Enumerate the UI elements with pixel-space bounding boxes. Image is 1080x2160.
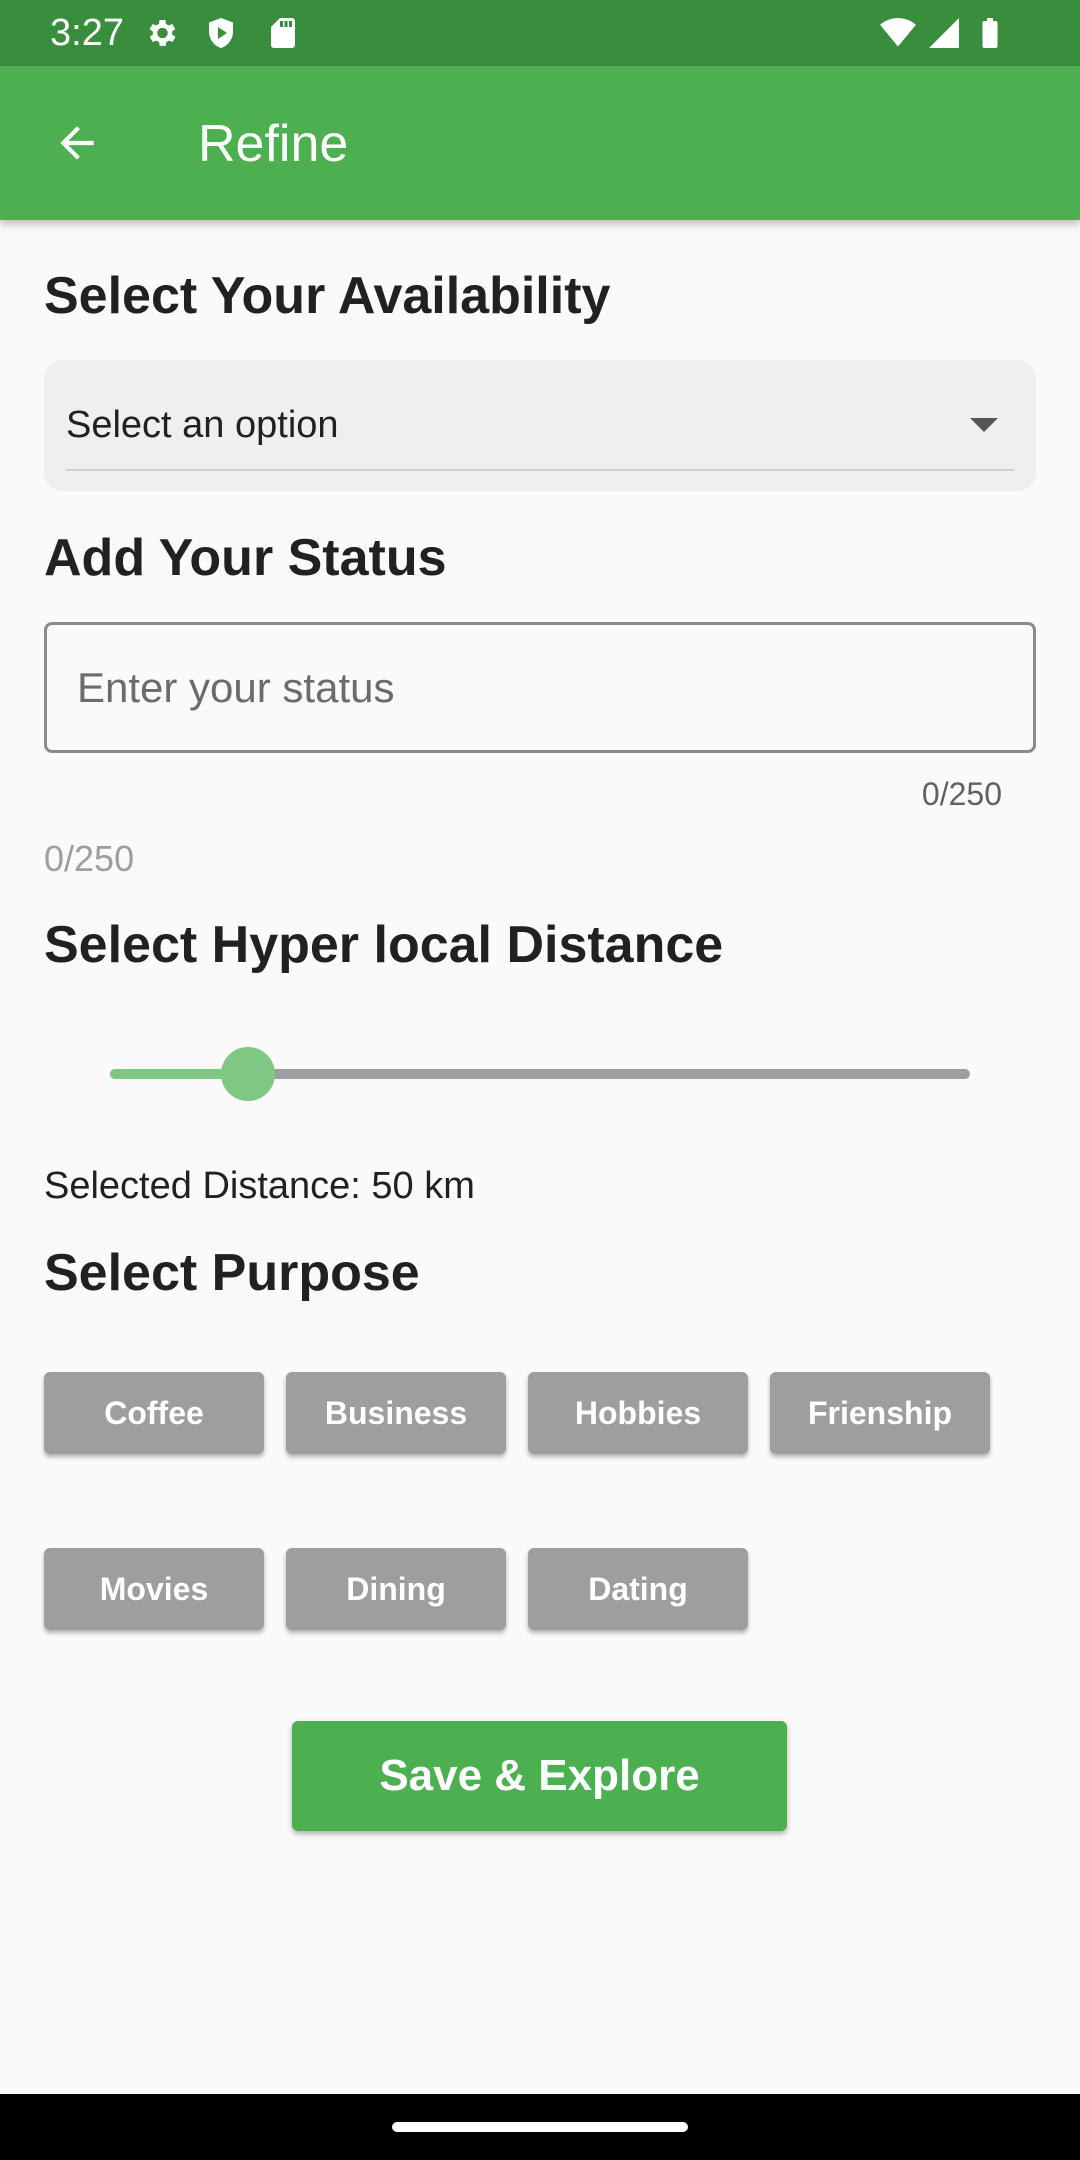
chip-friendship[interactable]: Frienship bbox=[770, 1372, 990, 1454]
wifi-icon bbox=[880, 18, 916, 47]
status-title: Add Your Status bbox=[44, 529, 447, 587]
chip-coffee[interactable]: Coffee bbox=[44, 1372, 264, 1454]
navigation-bar bbox=[0, 2094, 1080, 2160]
dropdown-value: Select an option bbox=[66, 404, 339, 446]
status-bar: 3:27 bbox=[0, 0, 1080, 66]
chip-hobbies[interactable]: Hobbies bbox=[528, 1372, 748, 1454]
arrow-back-icon bbox=[60, 126, 94, 160]
chip-business[interactable]: Business bbox=[286, 1372, 506, 1454]
availability-title: Select Your Availability bbox=[44, 267, 611, 325]
status-char-count-text: 0/250 bbox=[44, 838, 135, 879]
dropdown-underline bbox=[66, 469, 1014, 471]
chip-dining[interactable]: Dining bbox=[286, 1548, 506, 1630]
status-time: 3:27 bbox=[50, 12, 124, 54]
selected-distance-text: Selected Distance: 50 km bbox=[44, 1165, 475, 1207]
slider-thumb[interactable] bbox=[220, 1047, 275, 1101]
page-title: Refine bbox=[198, 115, 349, 173]
gear-icon bbox=[149, 20, 176, 46]
status-char-counter: 0/250 bbox=[921, 776, 1002, 812]
status-input[interactable] bbox=[44, 622, 1036, 753]
chip-dating[interactable]: Dating bbox=[528, 1548, 748, 1630]
sd-card-icon bbox=[271, 18, 295, 48]
shield-icon bbox=[209, 18, 233, 48]
battery-icon bbox=[982, 18, 998, 48]
distance-title: Select Hyper local Distance bbox=[44, 916, 724, 974]
availability-dropdown[interactable]: Select an option bbox=[44, 360, 1036, 491]
home-indicator[interactable] bbox=[392, 2122, 688, 2132]
back-button[interactable] bbox=[40, 106, 114, 180]
app-bar: Refine bbox=[0, 66, 1080, 220]
save-explore-button[interactable]: Save & Explore bbox=[292, 1721, 787, 1831]
purpose-title: Select Purpose bbox=[44, 1244, 420, 1302]
chip-movies[interactable]: Movies bbox=[44, 1548, 264, 1630]
distance-slider[interactable] bbox=[110, 1047, 970, 1101]
dropdown-arrow-icon bbox=[970, 418, 998, 432]
signal-icon bbox=[929, 18, 959, 48]
